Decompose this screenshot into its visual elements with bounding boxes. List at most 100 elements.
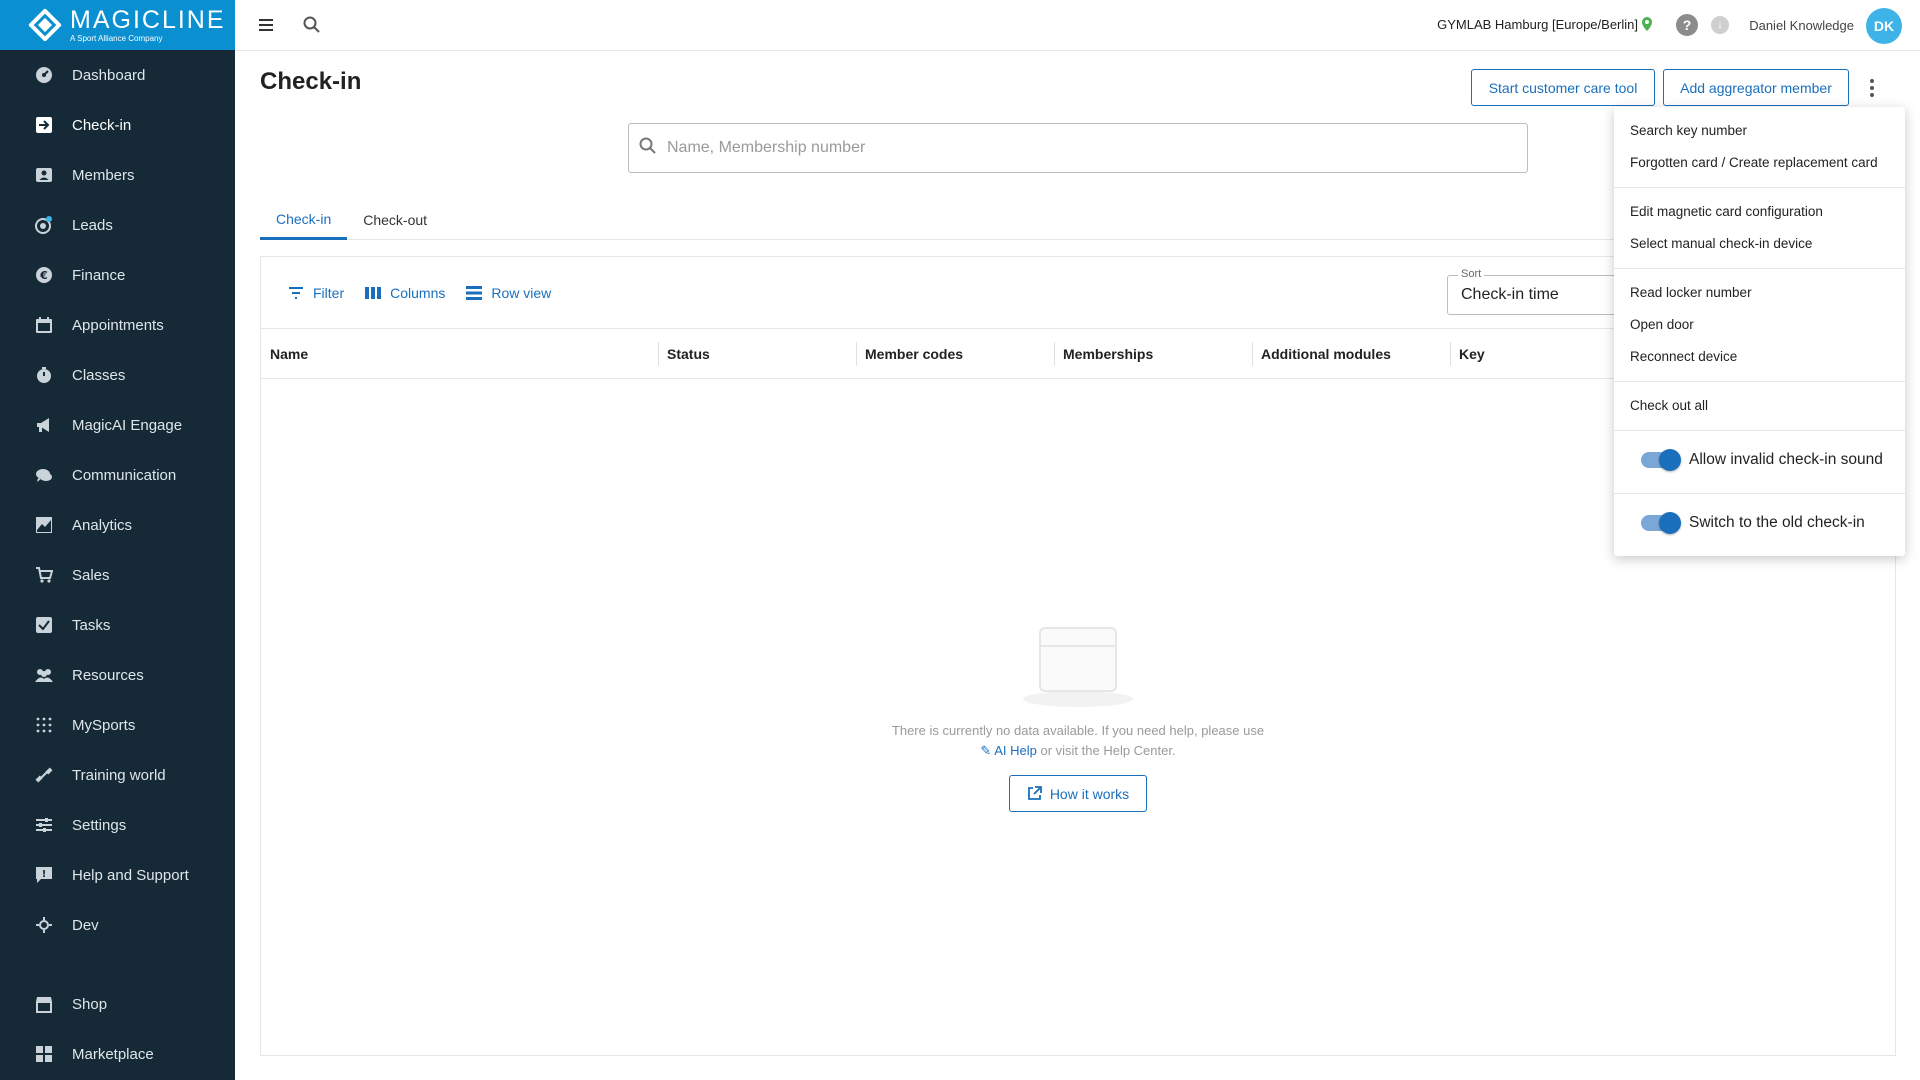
member-search-field[interactable] [628, 123, 1528, 173]
sidebar-item-training-world[interactable]: Training world [0, 750, 235, 800]
menu-item-select-checkin-device[interactable]: Select manual check-in device [1630, 236, 1812, 251]
shop-icon [34, 994, 54, 1014]
menu-divider [1614, 493, 1905, 494]
menu-divider [1614, 381, 1905, 382]
sidebar-item-marketplace[interactable]: Marketplace [0, 1029, 235, 1079]
sidebar-nav: Dashboard Check-in Members Leads € Finan… [0, 50, 235, 950]
toggle-switch[interactable] [1641, 449, 1681, 471]
sidebar-item-finance[interactable]: € Finance [0, 250, 235, 300]
columns-button[interactable]: Columns [364, 284, 445, 302]
column-header-additional-modules[interactable]: Additional modules [1252, 329, 1391, 379]
members-icon [34, 165, 54, 185]
sidebar-item-classes[interactable]: Classes [0, 350, 235, 400]
help-icon[interactable]: ? [1676, 14, 1698, 36]
menu-item-read-locker-number[interactable]: Read locker number [1630, 285, 1752, 300]
toggle-old-checkin[interactable]: Switch to the old check-in [1641, 512, 1865, 534]
timer-icon [34, 365, 54, 385]
sidebar-item-label: Members [72, 166, 135, 184]
menu-item-reconnect-device[interactable]: Reconnect device [1630, 349, 1737, 364]
column-header-name[interactable]: Name [261, 329, 308, 379]
toggle-label: Switch to the old check-in [1689, 514, 1865, 531]
group-icon [34, 665, 54, 685]
location-selector[interactable]: GYMLAB Hamburg [Europe/Berlin] [1437, 17, 1638, 32]
ai-help-label: AI Help [994, 743, 1037, 758]
column-header-status[interactable]: Status [658, 329, 710, 379]
menu-item-search-key-number[interactable]: Search key number [1630, 123, 1747, 138]
sidebar-item-analytics[interactable]: Analytics [0, 500, 235, 550]
sidebar-item-tasks[interactable]: Tasks [0, 600, 235, 650]
how-it-works-label: How it works [1049, 785, 1130, 802]
row-view-label: Row view [491, 284, 552, 301]
column-header-key[interactable]: Key [1450, 329, 1485, 379]
menu-item-check-out-all[interactable]: Check out all [1630, 398, 1708, 413]
sidebar-item-leads[interactable]: Leads [0, 200, 235, 250]
toggle-invalid-checkin-sound[interactable]: Allow invalid check-in sound [1641, 449, 1883, 471]
sidebar-item-mysports[interactable]: MySports [0, 700, 235, 750]
chat-icon [34, 465, 54, 485]
add-aggregator-member-button[interactable]: Add aggregator member [1663, 69, 1849, 106]
svg-text:€: € [39, 269, 48, 282]
calendar-icon [34, 315, 54, 335]
row-view-icon [465, 284, 483, 302]
top-bar: GYMLAB Hamburg [Europe/Berlin] ? ↓ Danie… [235, 0, 1920, 51]
sidebar: MAGICLINE A Sport Alliance Company Dashb… [0, 0, 235, 1080]
sidebar-item-dashboard[interactable]: Dashboard [0, 50, 235, 100]
column-header-memberships[interactable]: Memberships [1054, 329, 1153, 379]
location-pin-icon [1642, 17, 1652, 36]
sidebar-item-label: Dev [72, 916, 99, 934]
checkbox-icon [34, 615, 54, 635]
external-link-icon [1027, 786, 1042, 801]
sidebar-item-label: Appointments [72, 316, 164, 334]
column-header-member-codes[interactable]: Member codes [856, 329, 963, 379]
avatar[interactable]: DK [1866, 8, 1902, 44]
how-it-works-button[interactable]: How it works [1009, 775, 1147, 812]
columns-label: Columns [390, 284, 446, 301]
svg-text:!: ! [42, 869, 47, 880]
cart-icon [34, 565, 54, 585]
ai-help-link[interactable]: ✎ AI Help [980, 743, 1036, 758]
download-icon[interactable]: ↓ [1711, 16, 1729, 34]
sidebar-item-shop[interactable]: Shop [0, 979, 235, 1029]
more-options-icon[interactable] [1860, 76, 1884, 100]
sidebar-item-resources[interactable]: Resources [0, 650, 235, 700]
brand-name: MAGICLINE [70, 5, 226, 34]
toggle-switch[interactable] [1641, 512, 1681, 534]
menu-item-forgotten-card[interactable]: Forgotten card / Create replacement card [1630, 155, 1878, 170]
start-customer-care-tool-button[interactable]: Start customer care tool [1471, 69, 1655, 106]
sliders-icon [34, 815, 54, 835]
sidebar-item-label: Marketplace [72, 1045, 154, 1063]
menu-divider [1614, 187, 1905, 188]
more-options-menu: Search key number Forgotten card / Creat… [1614, 107, 1905, 556]
row-view-button[interactable]: Row view [465, 284, 551, 302]
filter-button[interactable]: Filter [287, 284, 344, 302]
sidebar-item-sales[interactable]: Sales [0, 550, 235, 600]
sidebar-item-label: Help and Support [72, 866, 189, 884]
tab-check-in[interactable]: Check-in [260, 200, 348, 240]
search-icon[interactable] [300, 13, 324, 37]
empty-state-message: There is currently no data available. If… [261, 721, 1895, 761]
menu-item-edit-magnetic-card[interactable]: Edit magnetic card configuration [1630, 204, 1823, 219]
sidebar-item-communication[interactable]: Communication [0, 450, 235, 500]
sidebar-item-help-and-support[interactable]: ! Help and Support [0, 850, 235, 900]
sidebar-item-appointments[interactable]: Appointments [0, 300, 235, 350]
sidebar-item-label: Finance [72, 266, 126, 284]
menu-item-open-door[interactable]: Open door [1630, 317, 1694, 332]
megaphone-icon [34, 415, 54, 435]
sidebar-item-label: Dashboard [72, 66, 146, 84]
tab-check-out[interactable]: Check-out [347, 200, 443, 240]
sidebar-item-settings[interactable]: Settings [0, 800, 235, 850]
sidebar-item-label: Sales [72, 566, 110, 584]
hamburger-menu-icon[interactable] [254, 13, 278, 37]
sidebar-bottom-nav: Shop Marketplace [0, 979, 235, 1079]
sidebar-item-members[interactable]: Members [0, 150, 235, 200]
sidebar-item-label: Leads [72, 216, 113, 234]
user-name[interactable]: Daniel Knowledge [1749, 18, 1854, 33]
sidebar-item-label: MySports [72, 716, 136, 734]
search-input[interactable] [667, 139, 1467, 157]
sidebar-item-dev[interactable]: Dev [0, 900, 235, 950]
sidebar-item-label: Training world [72, 766, 166, 784]
brand-header[interactable]: MAGICLINE A Sport Alliance Company [0, 0, 235, 50]
sidebar-item-magicai-engage[interactable]: MagicAI Engage [0, 400, 235, 450]
empty-state-suffix: or visit the Help Center. [1036, 743, 1176, 758]
sidebar-item-check-in[interactable]: Check-in [0, 100, 235, 150]
